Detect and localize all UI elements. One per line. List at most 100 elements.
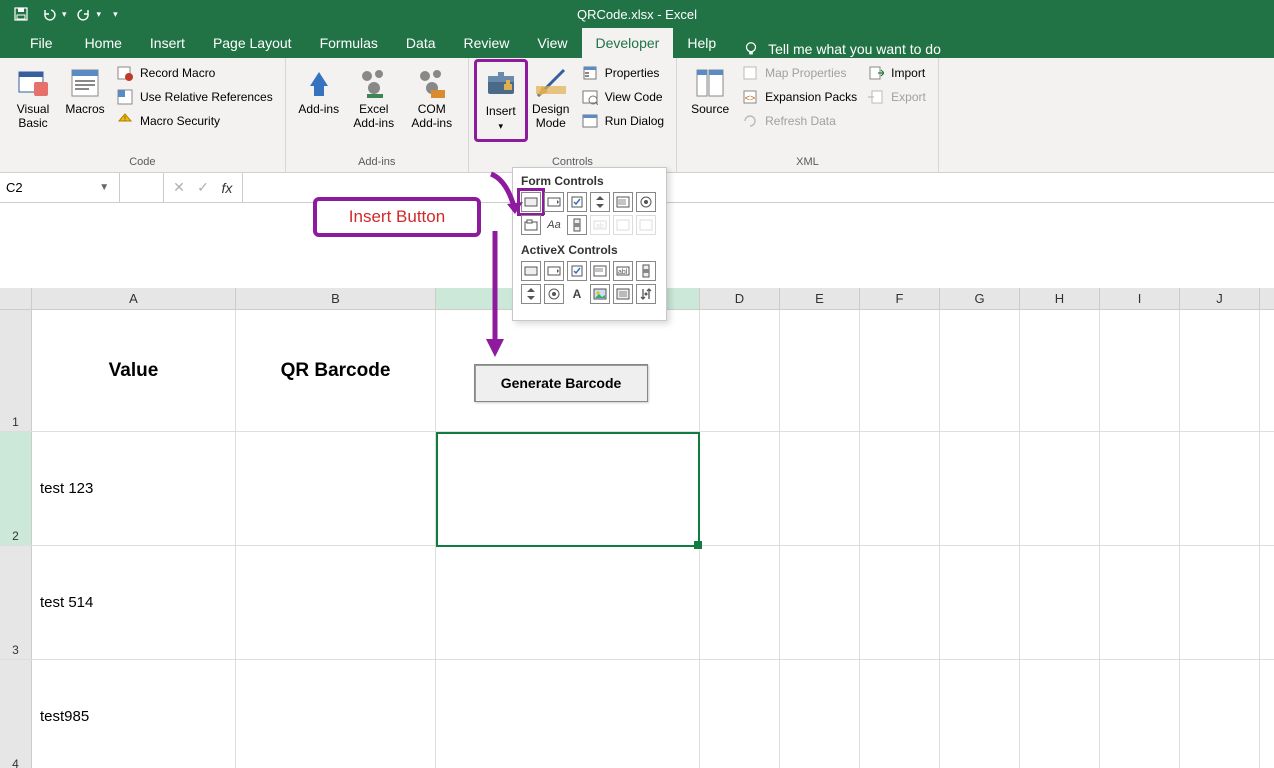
tab-home[interactable]: Home <box>71 28 136 58</box>
use-relative-references-button[interactable]: Use Relative References <box>112 86 277 108</box>
cell-i1[interactable] <box>1100 310 1180 431</box>
cell-d1[interactable] <box>700 310 780 431</box>
run-dialog-button[interactable]: Run Dialog <box>577 110 668 132</box>
cell-h1[interactable] <box>1020 310 1100 431</box>
ax-scrollbar-control[interactable] <box>636 261 656 281</box>
macros-button[interactable]: Macros <box>60 62 110 134</box>
tab-data[interactable]: Data <box>392 28 450 58</box>
cell-d2[interactable] <box>700 432 780 545</box>
import-button[interactable]: Import <box>863 62 930 84</box>
form-listbox-control[interactable] <box>613 192 633 212</box>
cell-b1[interactable]: QR Barcode <box>236 310 436 431</box>
cell-j2[interactable] <box>1180 432 1260 545</box>
tab-view[interactable]: View <box>523 28 581 58</box>
insert-function-icon[interactable]: fx <box>218 180 236 196</box>
col-header-f[interactable]: F <box>860 288 940 309</box>
cell-a4[interactable]: test985 <box>32 660 236 768</box>
cell-g2[interactable] <box>940 432 1020 545</box>
row-header-3[interactable]: 3 <box>0 546 32 659</box>
col-header-h[interactable]: H <box>1020 288 1100 309</box>
col-header-e[interactable]: E <box>780 288 860 309</box>
cell-g4[interactable] <box>940 660 1020 768</box>
ax-label-control[interactable]: A <box>567 284 587 304</box>
row-header-2[interactable]: 2 <box>0 432 32 545</box>
ax-checkbox-control[interactable] <box>567 261 587 281</box>
cell-j3[interactable] <box>1180 546 1260 659</box>
view-code-button[interactable]: View Code <box>577 86 668 108</box>
ax-combobox-control[interactable] <box>544 261 564 281</box>
cell-i3[interactable] <box>1100 546 1180 659</box>
cell-d3[interactable] <box>700 546 780 659</box>
col-header-g[interactable]: G <box>940 288 1020 309</box>
qat-customize-icon[interactable]: ▾ <box>113 9 118 20</box>
tab-page-layout[interactable]: Page Layout <box>199 28 306 58</box>
cell-g1[interactable] <box>940 310 1020 431</box>
redo-dropdown-icon[interactable]: ▾ <box>97 9 102 20</box>
cell-e4[interactable] <box>780 660 860 768</box>
tab-help[interactable]: Help <box>673 28 730 58</box>
form-spinbutton-control[interactable] <box>590 192 610 212</box>
ax-togglebutton-control[interactable] <box>613 284 633 304</box>
cell-f2[interactable] <box>860 432 940 545</box>
cell-g3[interactable] <box>940 546 1020 659</box>
cell-b2[interactable] <box>236 432 436 545</box>
cell-i4[interactable] <box>1100 660 1180 768</box>
cell-c2[interactable] <box>436 432 700 545</box>
form-label-control[interactable]: Aa <box>544 215 564 235</box>
cell-h2[interactable] <box>1020 432 1100 545</box>
name-box[interactable]: ▼ <box>0 173 120 202</box>
name-box-input[interactable] <box>0 180 95 195</box>
cell-a1[interactable]: Value <box>32 310 236 431</box>
select-all-corner[interactable] <box>0 288 32 309</box>
macro-security-button[interactable]: ! Macro Security <box>112 110 277 132</box>
cell-b4[interactable] <box>236 660 436 768</box>
ax-image-control[interactable] <box>590 284 610 304</box>
cell-e1[interactable] <box>780 310 860 431</box>
cell-f3[interactable] <box>860 546 940 659</box>
cell-d4[interactable] <box>700 660 780 768</box>
tab-insert[interactable]: Insert <box>136 28 199 58</box>
source-button[interactable]: Source <box>685 62 735 132</box>
save-icon[interactable] <box>10 3 32 25</box>
form-scrollbar-control[interactable] <box>567 215 587 235</box>
expansion-packs-button[interactable]: <> Expansion Packs <box>737 86 861 108</box>
design-mode-button[interactable]: Design Mode <box>527 62 575 139</box>
record-macro-button[interactable]: Record Macro <box>112 62 277 84</box>
cell-e3[interactable] <box>780 546 860 659</box>
ax-commandbutton-control[interactable] <box>521 261 541 281</box>
cell-b3[interactable] <box>236 546 436 659</box>
excel-addins-button[interactable]: Excel Add-ins <box>346 62 402 134</box>
form-optionbutton-control[interactable] <box>636 192 656 212</box>
row-header-4[interactable]: 4 <box>0 660 32 768</box>
undo-dropdown-icon[interactable]: ▾ <box>62 9 67 20</box>
cell-i2[interactable] <box>1100 432 1180 545</box>
row-header-1[interactable]: 1 <box>0 310 32 431</box>
properties-button[interactable]: Properties <box>577 62 668 84</box>
name-box-dropdown-icon[interactable]: ▼ <box>95 182 113 193</box>
col-header-a[interactable]: A <box>32 288 236 309</box>
cell-f1[interactable] <box>860 310 940 431</box>
col-header-d[interactable]: D <box>700 288 780 309</box>
generate-barcode-button[interactable]: Generate Barcode <box>474 364 648 402</box>
tab-developer[interactable]: Developer <box>582 28 674 58</box>
ax-morecontrols-control[interactable] <box>636 284 656 304</box>
col-header-i[interactable]: I <box>1100 288 1180 309</box>
col-header-j[interactable]: J <box>1180 288 1260 309</box>
cell-f4[interactable] <box>860 660 940 768</box>
form-combobox-control[interactable] <box>544 192 564 212</box>
insert-controls-button[interactable]: Insert▾ <box>479 64 523 137</box>
cell-a2[interactable]: test 123 <box>32 432 236 545</box>
tab-formulas[interactable]: Formulas <box>306 28 392 58</box>
tell-me[interactable]: Tell me what you want to do <box>742 40 941 58</box>
ax-textbox-control[interactable]: abl <box>613 261 633 281</box>
cell-j4[interactable] <box>1180 660 1260 768</box>
cell-j1[interactable] <box>1180 310 1260 431</box>
undo-icon[interactable] <box>38 3 60 25</box>
col-header-b[interactable]: B <box>236 288 436 309</box>
redo-icon[interactable] <box>73 3 95 25</box>
cell-h4[interactable] <box>1020 660 1100 768</box>
tab-file[interactable]: File <box>12 28 71 58</box>
addins-button[interactable]: Add-ins <box>294 62 344 134</box>
cell-e2[interactable] <box>780 432 860 545</box>
cell-c3[interactable] <box>436 546 700 659</box>
